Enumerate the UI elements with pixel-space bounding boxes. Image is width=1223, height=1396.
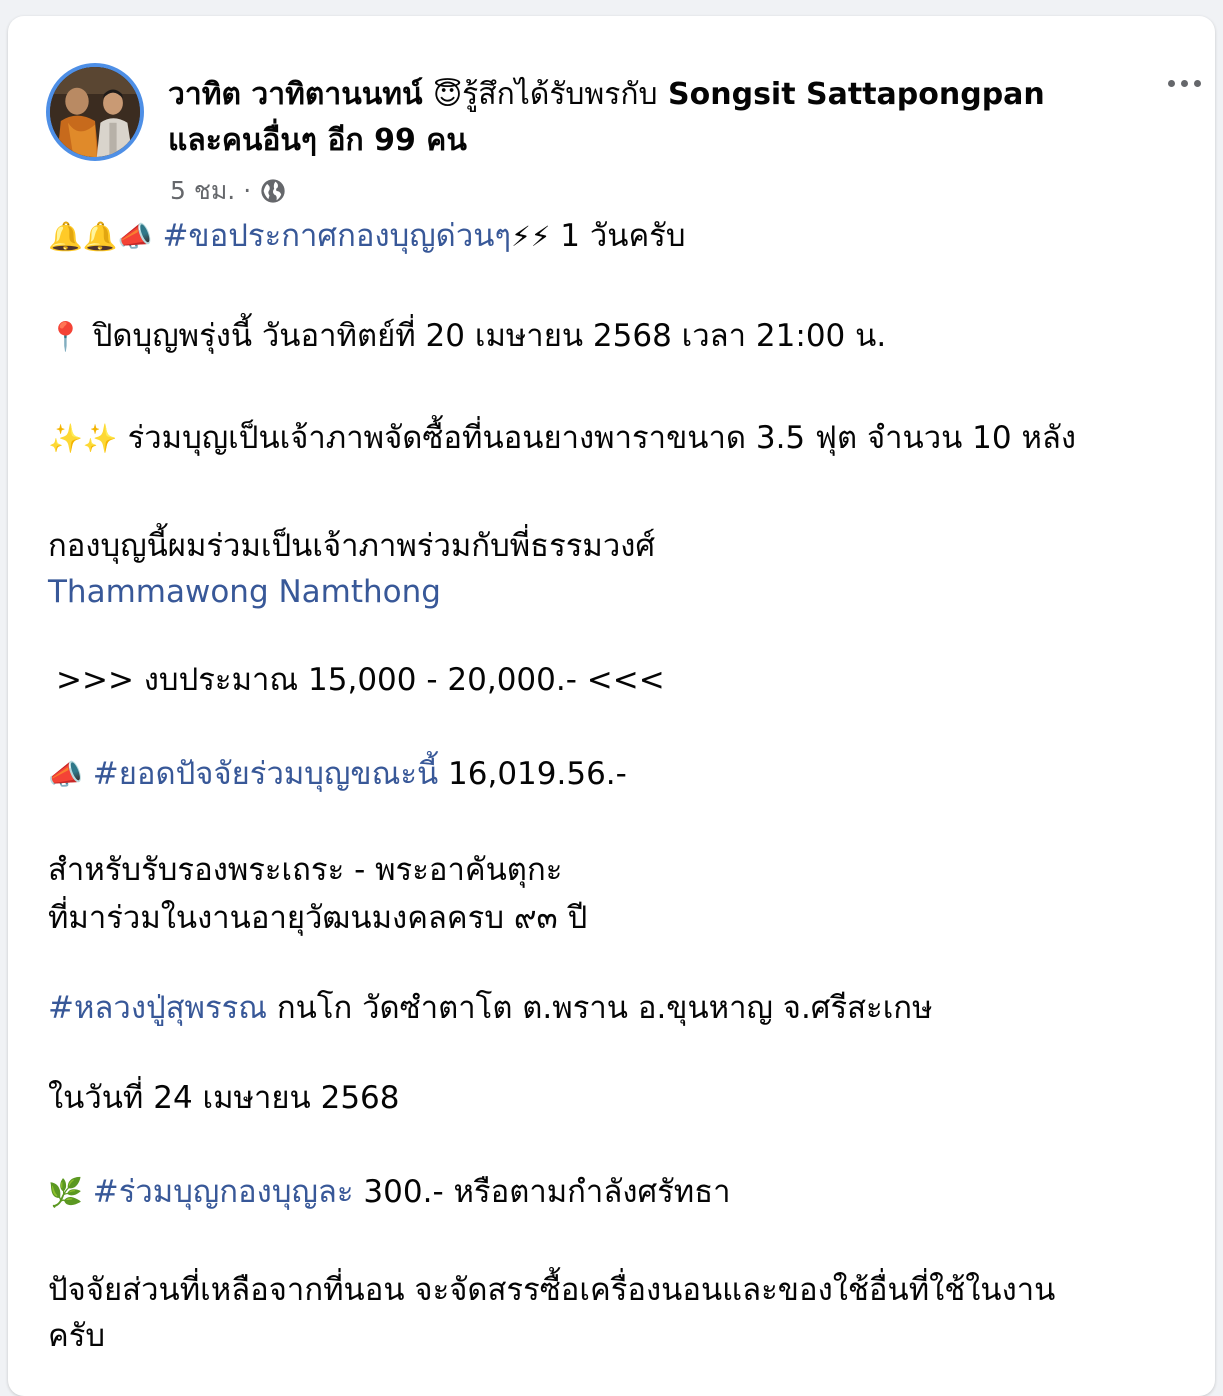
author-avatar[interactable] (46, 63, 144, 161)
post-line-12: 🌿 #ร่วมบุญกองบุญละ 300.- หรือตามกำลังศรั… (48, 1170, 731, 1215)
post-card: วาทิต วาทิตานนทน์ 😇รู้สึกได้รับพรกับ Son… (8, 16, 1215, 1396)
hashtag-announce[interactable]: #ขอประกาศกองบุญด่วนๆ (162, 218, 511, 254)
post-line-14: ครับ (48, 1314, 105, 1358)
post-header: วาทิต วาทิตานนทน์ 😇รู้สึกได้รับพรกับ Son… (168, 72, 1128, 118)
herb-emoji: 🌿 (48, 1176, 83, 1209)
post-line-9: ที่มาร่วมในงานอายุวัฒนมงคลครบ ๙๓ ปี (48, 896, 587, 940)
more-options-icon[interactable] (1164, 68, 1204, 98)
line-4-text: กองบุญนี้ผมร่วมเป็นเจ้าภาพร่วมกับพี่ธรรม… (48, 528, 656, 564)
post-line-13: ปัจจัยส่วนที่เหลือจากที่นอน จะจัดสรรซื้อ… (48, 1268, 1055, 1312)
mention-thammawong[interactable]: Thammawong Namthong (48, 574, 441, 610)
line-14-text: ครับ (48, 1318, 106, 1354)
more-dot (1167, 79, 1175, 87)
pin-emoji: 📍 (48, 320, 83, 353)
line-8-text: สำหรับรับรองพระเถระ - พระอาคันตุกะ (48, 852, 563, 888)
feeling-text: รู้สึกได้รับพรกับ (462, 77, 658, 112)
line-12-text: 300.- หรือตามกำลังศรัทธา (363, 1174, 731, 1210)
line-2-text: ปิดบุญพรุ่งนี้ วันอาทิตย์ที่ 20 เมษายน 2… (92, 318, 887, 354)
lightning-emoji: ⚡⚡ (511, 220, 551, 253)
total-amount: 16,019.56.- (448, 756, 627, 792)
sparkles-emoji: ✨✨ (48, 422, 118, 455)
post-line-4: กองบุญนี้ผมร่วมเป็นเจ้าภาพร่วมกับพี่ธรรม… (48, 524, 655, 568)
post-line-2: 📍 ปิดบุญพรุ่งนี้ วันอาทิตย์ที่ 20 เมษายน… (48, 314, 886, 359)
post-time[interactable]: 5 ชม. (170, 172, 235, 210)
post-line-1: 🔔🔔📣 #ขอประกาศกองบุญด่วนๆ⚡⚡ 1 วันครับ (48, 214, 686, 259)
line-10-text: กนโก วัดซำตาโต ต.พราน อ.ขุนหาญ จ.ศรีสะเก… (276, 990, 933, 1026)
others-link[interactable]: และคนอื่นๆ อีก 99 คน (168, 123, 467, 158)
hashtag-total[interactable]: #ยอดปัจจัยร่วมบุญขณะนี้ (93, 756, 438, 792)
hashtag-donate[interactable]: #ร่วมบุญกองบุญละ (93, 1174, 354, 1210)
more-dot (1193, 79, 1201, 87)
megaphone-emoji: 📣 (48, 758, 83, 791)
line-3-text: ร่วมบุญเป็นเจ้าภาพจัดซื้อที่นอนยางพาราขน… (127, 420, 1077, 456)
line-9-text: ที่มาร่วมในงานอายุวัฒนมงคลครบ ๙๓ ปี (48, 900, 588, 936)
meta-separator: · (243, 176, 252, 205)
post-line-11: ในวันที่ 24 เมษายน 2568 (48, 1076, 400, 1120)
tagged-person[interactable]: Songsit Sattapongpan (668, 77, 1045, 112)
budget-text: >>> งบประมาณ 15,000 - 20,000.- <<< (56, 662, 665, 698)
line-13-text: ปัจจัยส่วนที่เหลือจากที่นอน จะจัดสรรซื้อ… (48, 1272, 1056, 1308)
post-meta: 5 ชม. · (170, 172, 287, 210)
line-11-text: ในวันที่ 24 เมษายน 2568 (48, 1080, 400, 1116)
line-1-text: 1 วันครับ (560, 218, 686, 254)
post-line-5: Thammawong Namthong (48, 570, 441, 614)
author-name[interactable]: วาทิต วาทิตานนทน์ (168, 77, 423, 112)
feeling-emoji: 😇 (432, 78, 463, 111)
hashtag-luangpu[interactable]: #หลวงปู่สุพรรณ (48, 990, 267, 1026)
bell-megaphone-emoji: 🔔🔔📣 (48, 220, 153, 253)
post-header-others: และคนอื่นๆ อีก 99 คน (168, 118, 1128, 164)
more-dot (1180, 79, 1188, 87)
post-line-8: สำหรับรับรองพระเถระ - พระอาคันตุกะ (48, 848, 562, 892)
post-line-10: #หลวงปู่สุพรรณ กนโก วัดซำตาโต ต.พราน อ.ข… (48, 986, 933, 1030)
post-line-7: 📣 #ยอดปัจจัยร่วมบุญขณะนี้ 16,019.56.- (48, 752, 627, 797)
globe-icon[interactable] (259, 177, 287, 205)
post-line-6: >>> งบประมาณ 15,000 - 20,000.- <<< (56, 658, 665, 702)
post-line-3: ✨✨ ร่วมบุญเป็นเจ้าภาพจัดซื้อที่นอนยางพาร… (48, 416, 1076, 461)
avatar-photo (50, 67, 140, 157)
